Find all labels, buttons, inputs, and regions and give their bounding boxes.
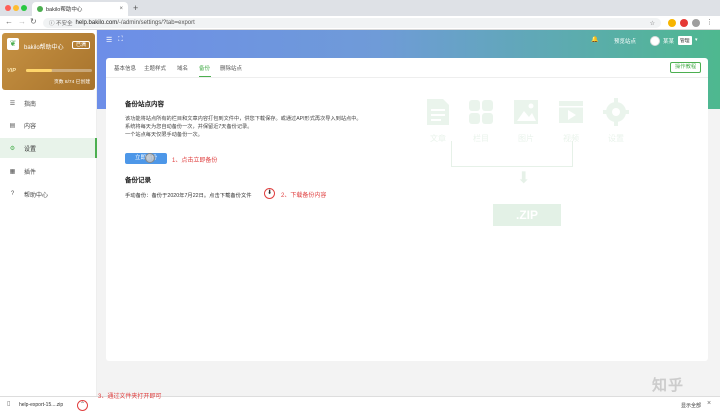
extension-icon[interactable] <box>680 19 688 27</box>
bell-icon[interactable]: 🔔 <box>591 36 598 43</box>
sidebar-item-label: 设置 <box>24 146 37 153</box>
browser-menu-icon[interactable]: ⋮ <box>706 18 713 26</box>
tab-backup[interactable]: 备份 <box>199 64 210 72</box>
site-logo-icon: ❦ <box>7 38 19 50</box>
annotation-step-2: 2、下载备份内容 <box>281 193 327 199</box>
illustration-label: 文章 <box>430 134 446 143</box>
help-icon: ? <box>10 191 15 197</box>
chevron-down-icon[interactable]: ▾ <box>695 37 698 43</box>
browser-tab[interactable]: bakilo帮助中心 × <box>32 2 128 16</box>
usage-text: 页数 8/74 已创建 <box>54 80 90 85</box>
backup-description: 该功能将站点所有的栏目和文章内容打包到文件中，供您下载保存。或通过API形式再次… <box>125 116 362 138</box>
annotation-step-1: 1、点击立即备份 <box>172 158 218 164</box>
document-icon <box>427 99 449 125</box>
close-download-bar-icon[interactable]: × <box>707 400 711 407</box>
avatar[interactable] <box>650 36 660 46</box>
browser-tab-strip: bakilo帮助中心 × + <box>0 0 720 16</box>
sidebar-item-content[interactable]: ▤ 内容 <box>0 115 97 135</box>
site-card[interactable]: ❦ bakilo帮助中心 已满 VIP 页数 8/74 已创建 <box>2 33 95 90</box>
site-name: bakilo帮助中心 <box>24 45 64 51</box>
sidebar: ❦ bakilo帮助中心 已满 VIP 页数 8/74 已创建 ☰ 指南 ▤ 内… <box>0 30 97 396</box>
profile-avatar-icon[interactable] <box>692 19 700 27</box>
annotation-step-3: 3、通过文件夹打开即可 <box>98 394 162 400</box>
sidebar-item-label: 内容 <box>24 123 37 130</box>
sidebar-item-guide[interactable]: ☰ 指南 <box>0 93 97 113</box>
tab-close-icon[interactable]: × <box>119 6 123 12</box>
download-icon[interactable]: ⬇ <box>264 188 275 199</box>
security-indicator[interactable]: ⓘ 不安全 <box>49 19 73 27</box>
plugin-icon: ▦ <box>9 168 16 175</box>
arrow-down-icon: ⬇ <box>517 170 531 187</box>
tab-theme[interactable]: 主题样式 <box>144 64 166 72</box>
minimize-window-button[interactable] <box>13 5 19 11</box>
maximize-window-button[interactable] <box>21 5 27 11</box>
close-window-button[interactable] <box>5 5 11 11</box>
video-icon <box>559 101 583 123</box>
sidebar-item-label: 帮助中心 <box>24 192 49 199</box>
sidebar-item-label: 插件 <box>24 169 37 176</box>
tab-delete-site[interactable]: 删除站点 <box>220 64 242 72</box>
address-bar[interactable]: ⓘ 不安全 help.bakilo.com/-/admin/settings/?… <box>43 18 661 28</box>
tab-basic-info[interactable]: 基本信息 <box>114 64 136 72</box>
content-icon: ▤ <box>9 122 16 129</box>
cursor-highlight <box>145 153 155 163</box>
fullscreen-icon[interactable]: ⛶ <box>118 36 123 44</box>
gear-icon: ⚙ <box>9 145 16 152</box>
guide-icon: ☰ <box>9 100 16 107</box>
tab-domain[interactable]: 域名 <box>177 64 188 72</box>
usage-progress-bar <box>26 69 92 72</box>
tutorial-button[interactable]: 操作教程 <box>670 62 702 73</box>
chevron-up-icon[interactable]: ⌃ <box>77 400 88 411</box>
settings-gear-icon <box>603 98 629 126</box>
user-name[interactable]: 某某 <box>663 37 674 45</box>
download-file-name[interactable]: help-export-15....zip <box>19 402 63 408</box>
backup-record-title: 备份记录 <box>125 177 151 184</box>
settings-tabs: 基本信息 主题样式 域名 备份 删除站点 操作教程 <box>106 58 708 78</box>
grid-icon <box>469 100 493 124</box>
backup-record-text: 手动备份：备份于2020年7月22日。点击下载备份文件 <box>125 193 252 199</box>
extension-icon[interactable] <box>668 19 676 27</box>
zip-box: .ZIP <box>493 204 561 226</box>
illustration-bracket <box>451 141 573 167</box>
menu-icon[interactable]: ☰ <box>106 36 112 44</box>
show-all-downloads-link[interactable]: 显示全部 <box>681 402 701 409</box>
sidebar-item-label: 指南 <box>24 101 37 108</box>
new-tab-button[interactable]: + <box>133 3 138 13</box>
browser-toolbar: ← → ↻ ⓘ 不安全 help.bakilo.com/-/admin/sett… <box>0 16 720 30</box>
watermark: 知乎 <box>652 377 685 394</box>
tab-title: bakilo帮助中心 <box>46 7 83 13</box>
sidebar-item-plugins[interactable]: ▦ 插件 <box>0 161 97 181</box>
forward-button[interactable]: → <box>18 17 26 26</box>
site-status-badge: 已满 <box>71 41 90 49</box>
role-badge: 管理 <box>678 36 692 45</box>
sidebar-item-help[interactable]: ? 帮助中心 <box>0 184 97 204</box>
preview-site-link[interactable]: 预览站点 <box>614 37 636 45</box>
file-icon: ▯ <box>7 401 11 407</box>
settings-card: 基本信息 主题样式 域名 备份 删除站点 操作教程 文章 栏目 图片 视频 设置… <box>106 58 708 361</box>
illustration-label: 设置 <box>608 134 624 143</box>
image-icon <box>514 100 538 124</box>
vip-label: VIP <box>7 68 16 74</box>
tab-favicon-icon <box>37 6 43 12</box>
backup-section-title: 备份站点内容 <box>125 101 164 108</box>
address-url: help.bakilo.com/-/admin/settings/?tab=ex… <box>75 20 195 26</box>
reload-button[interactable]: ↻ <box>30 17 37 26</box>
active-tab-indicator <box>199 76 211 77</box>
back-button[interactable]: ← <box>5 17 13 26</box>
sidebar-item-settings[interactable]: ⚙ 设置 <box>0 138 97 158</box>
bookmark-star-icon[interactable]: ☆ <box>650 20 655 27</box>
